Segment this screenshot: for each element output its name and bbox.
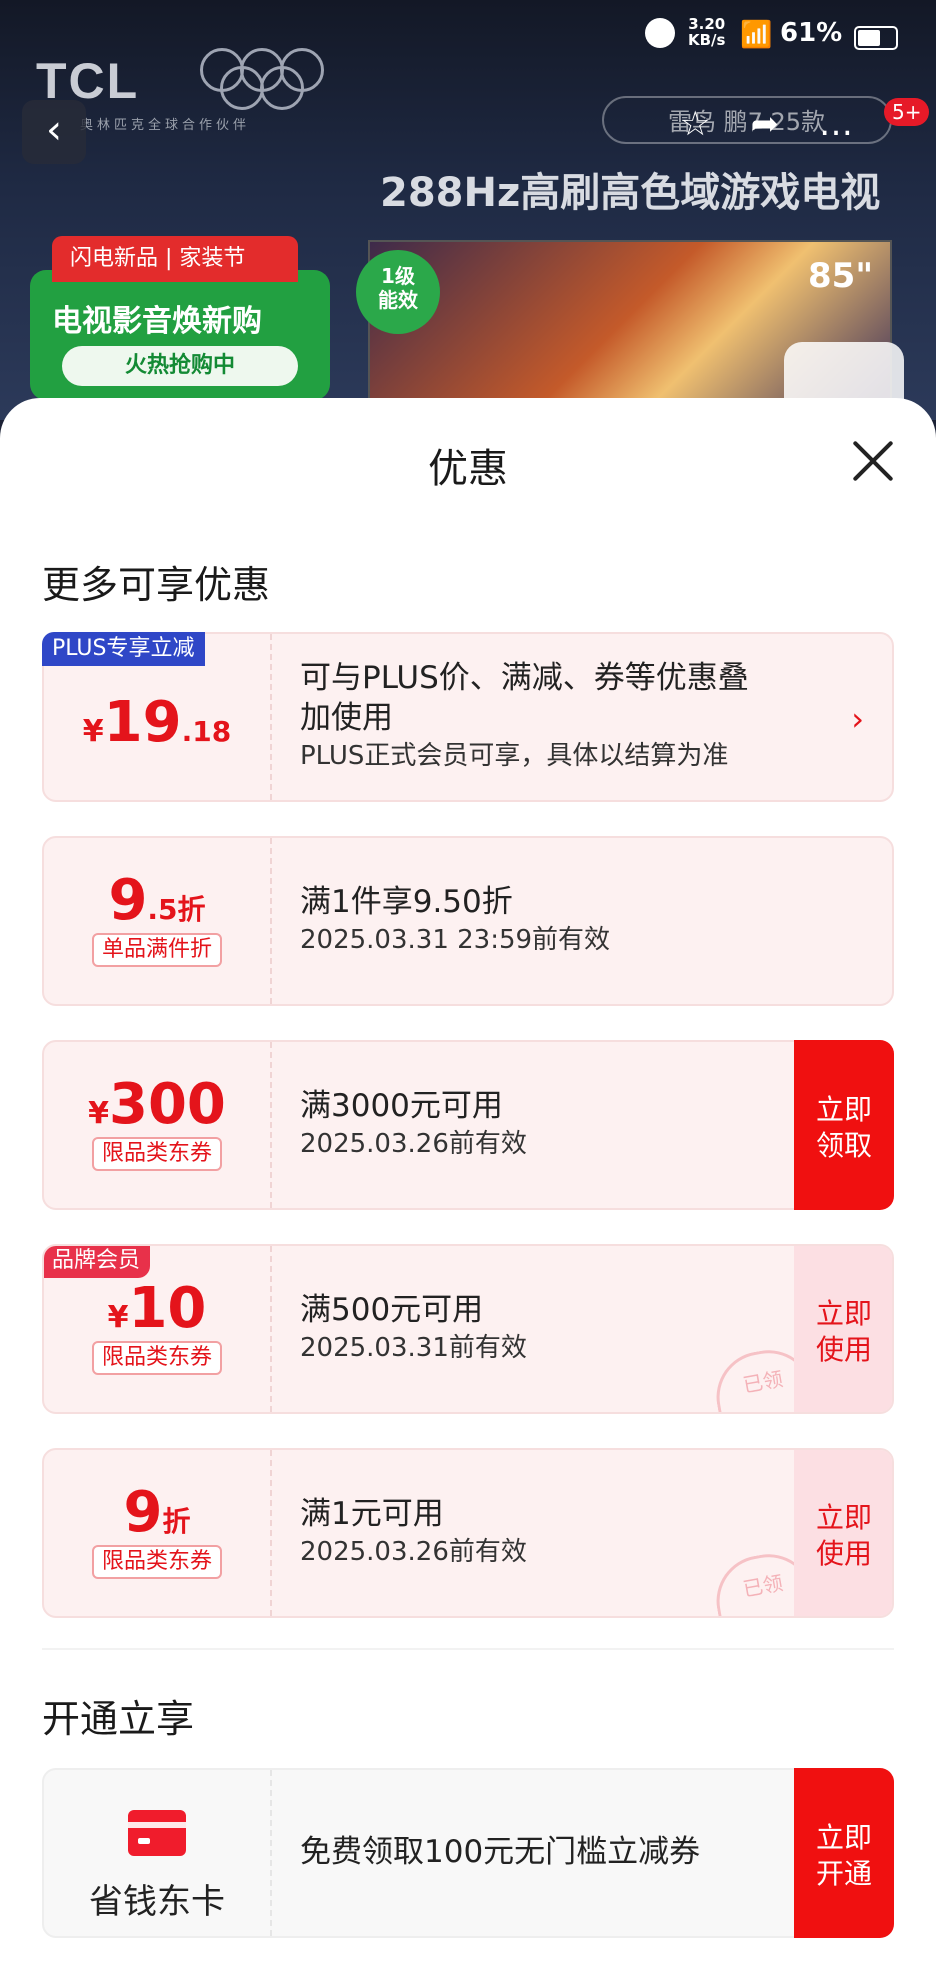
coupon-condition-cont: 加使用 [300,700,393,736]
promo-tag: 闪电新品 | 家装节 [52,236,298,282]
coupon-card-300: ¥300 限品类东券 满3000元可用 2025.03.26前有效 立即 领取 [42,1040,894,1210]
coupon-card-discount: 9.5折 单品满件折 满1件享9.50折 2025.03.31 23:59前有效 [42,836,894,1006]
amount-decimal: .18 [181,715,232,748]
card-divider [270,838,272,1004]
coupon-condition: 可与PLUS价、满减、券等优惠叠 [300,660,749,696]
network-speed: 3.20 KB/s [688,16,725,48]
network-speed-value: 3.20 [688,15,726,33]
favorite-star-icon[interactable]: ☆ [680,104,710,144]
sheet-title: 优惠 [428,446,508,492]
coupon-value: ¥300 限品类东券 [44,1042,270,1208]
use-button[interactable]: 立即 使用 [794,1246,892,1412]
use-button[interactable]: 立即 使用 [794,1450,892,1616]
open-button[interactable]: 立即 开通 [794,1768,894,1938]
amount-integer: 10 [128,1276,207,1341]
promo-button[interactable]: 火热抢购中 [62,346,298,386]
currency-symbol: ¥ [82,714,104,749]
section-title-open: 开通立享 [42,1697,195,1741]
card-divider [270,1450,272,1616]
card-divider [270,634,272,800]
coupon-condition: 满1元可用 [300,1496,444,1532]
coupon-card-9-discount: 9折 限品类东券 满1元可用 2025.03.26前有效 已领 立即 使用 [42,1448,894,1618]
network-speed-unit: KB/s [688,31,726,49]
coupon-info: 满500元可用 2025.03.31前有效 [300,1290,527,1366]
coupon-card-plus[interactable]: PLUS专享立减 ¥19.18 可与PLUS价、满减、券等优惠叠 加使用 PLU… [42,632,894,802]
promo-title: 电视影音焕新购 [52,304,262,339]
amount-integer: 300 [108,1072,226,1137]
membership-left: 省钱东卡 [44,1770,270,1936]
section-divider [42,1648,894,1650]
card-divider [270,1246,272,1412]
product-headline: 288Hz高刷高色域游戏电视 [380,170,881,216]
message-badge: 5+ [884,98,930,126]
alarm-icon [645,18,675,48]
coupon-condition: 满500元可用 [300,1292,484,1328]
wifi-icon: 📶 [740,20,773,50]
top-actions: ☆ ➦ … [680,104,853,144]
section-title-more: 更多可享优惠 [42,563,271,607]
membership-card: 省钱东卡 免费领取100元无门槛立减券 立即 开通 [42,1768,894,1938]
olympic-rings-logo [200,48,324,110]
brand-subtitle: 奥林匹克全球合作伙伴 [80,118,251,133]
card-divider [270,1770,272,1936]
bank-card-icon [128,1810,186,1856]
amount-integer: 9 [123,1480,163,1545]
coupon-condition: 满1件享9.50折 [300,884,513,920]
more-icon[interactable]: … [819,104,853,144]
chevron-right-icon[interactable]: › [851,700,864,738]
coupon-value: ¥19.18 [44,634,270,800]
discount-sheet: 优惠 更多可享优惠 PLUS专享立减 ¥19.18 可与PLUS价、满减、券等优… [0,398,936,1968]
membership-name: 省钱东卡 [89,1882,225,1922]
coupon-info: 满1件享9.50折 2025.03.31 23:59前有效 [300,882,610,958]
coupon-value: 9折 限品类东券 [44,1450,270,1616]
coupon-validity: 2025.03.26前有效 [300,1129,527,1159]
currency-symbol: ¥ [88,1096,109,1131]
coupon-note: PLUS正式会员可享，具体以结算为准 [300,741,729,771]
coupon-info: 可与PLUS价、满减、券等优惠叠 加使用 PLUS正式会员可享，具体以结算为准 [300,658,749,774]
amount-unit: 折 [162,1505,191,1538]
battery-icon [854,26,898,50]
currency-symbol: ¥ [107,1300,129,1335]
battery-percentage: 61% [780,18,843,48]
close-icon[interactable] [850,438,896,484]
coupon-info: 满3000元可用 2025.03.26前有效 [300,1086,527,1162]
coupon-type-tag: 限品类东券 [91,1545,222,1579]
coupon-type-tag: 限品类东券 [91,1341,222,1375]
membership-desc: 免费领取100元无门槛立减券 [300,1834,701,1870]
product-banner: 3.20 KB/s 📶 61% TCL 奥林匹克全球合作伙伴 ‹ 雷鸟 鹏7 2… [0,0,936,420]
coupon-value: 9.5折 单品满件折 [44,838,270,1004]
share-icon[interactable]: ➦ [750,104,779,144]
coupon-type-tag: 限品类东券 [91,1137,222,1171]
amount-decimal: .5折 [147,893,206,926]
coupon-validity: 2025.03.26前有效 [300,1537,527,1567]
coupon-condition: 满3000元可用 [300,1088,503,1124]
membership-info: 免费领取100元无门槛立减券 [300,1832,700,1872]
back-button[interactable]: ‹ [22,100,86,164]
screen-size-label: 85" [808,256,874,296]
coupon-validity: 2025.03.31前有效 [300,1333,527,1363]
coupon-info: 满1元可用 2025.03.26前有效 [300,1494,527,1570]
coupon-value: ¥10 限品类东券 [44,1246,270,1412]
amount-integer: 9 [108,868,148,933]
coupon-validity: 2025.03.31 23:59前有效 [300,925,611,955]
card-divider [270,1042,272,1208]
coupon-card-10: 品牌会员 ¥10 限品类东券 满500元可用 2025.03.31前有效 已领 … [42,1244,894,1414]
claim-button[interactable]: 立即 领取 [794,1040,894,1210]
coupon-type-tag: 单品满件折 [91,933,222,967]
energy-efficiency-badge: 1级 能效 [356,250,440,334]
amount-integer: 19 [103,690,182,755]
